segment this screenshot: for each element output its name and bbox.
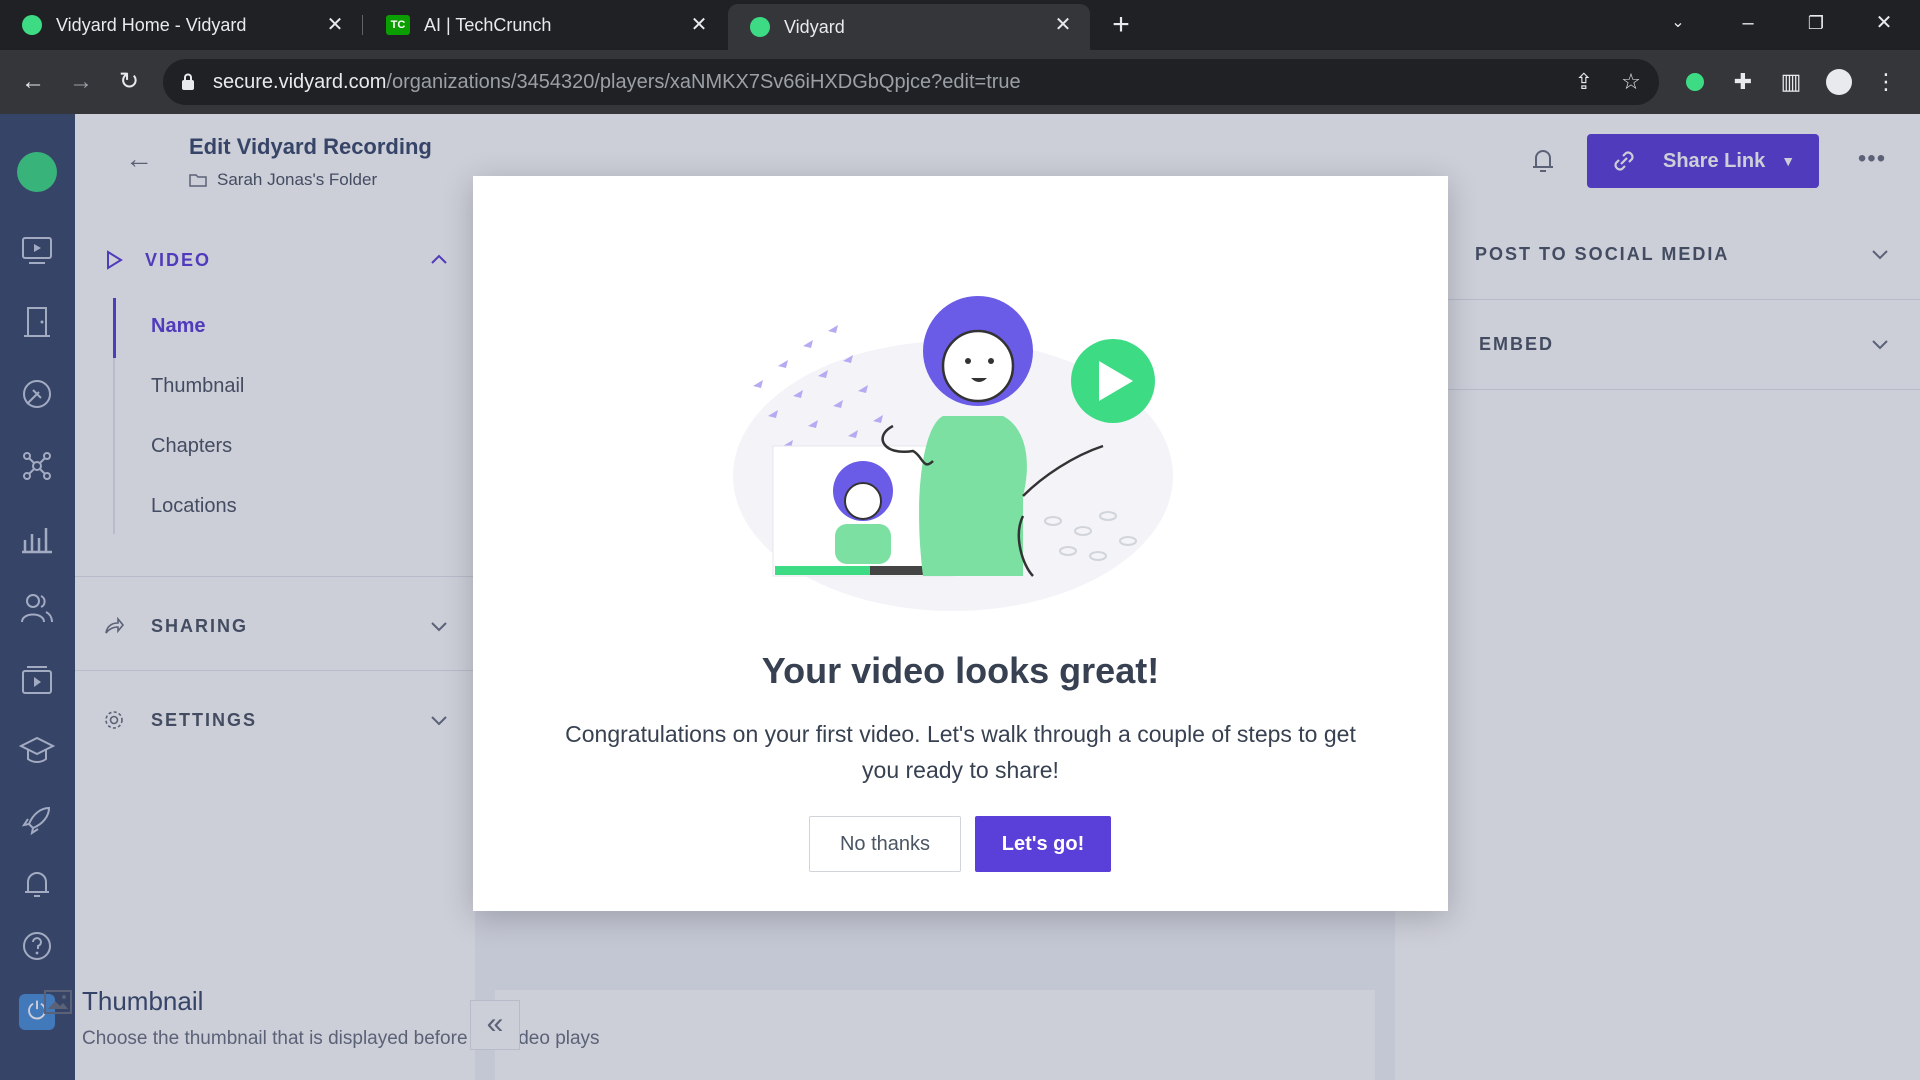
tab-title: Vidyard Home - Vidyard — [56, 14, 247, 35]
vidyard-favicon-icon — [22, 15, 42, 35]
close-window-icon[interactable]: ✕ — [1864, 8, 1904, 38]
tab-title: Vidyard — [784, 16, 845, 37]
side-panel-icon[interactable]: ▥ — [1777, 68, 1805, 96]
lock-icon — [182, 73, 194, 90]
welcome-modal: Your video looks great! Congratulations … — [473, 176, 1448, 911]
url-path: /organizations/3454320/players/xaNMKX7Sv… — [386, 71, 1021, 93]
modal-body-text: Congratulations on your first video. Let… — [565, 721, 1356, 783]
close-tab-icon[interactable]: ✕ — [322, 12, 348, 38]
url-text: secure.vidyard.com/organizations/3454320… — [213, 71, 1021, 94]
profile-avatar-icon[interactable] — [1825, 68, 1853, 96]
close-tab-icon[interactable]: ✕ — [1050, 12, 1076, 38]
reload-icon[interactable]: ↻ — [114, 67, 144, 97]
browser-tab-strip: Vidyard Home - Vidyard ✕ TC AI | TechCru… — [0, 0, 1920, 50]
url-host: secure.vidyard.com — [213, 71, 387, 93]
tab-vidyard-active[interactable]: Vidyard ✕ — [728, 4, 1090, 50]
vidyard-favicon-icon — [750, 17, 770, 37]
minimize-icon[interactable]: – — [1728, 8, 1768, 38]
vidyard-extension-icon[interactable] — [1681, 68, 1709, 96]
share-page-icon[interactable]: ⇪ — [1571, 69, 1597, 95]
tab-techcrunch[interactable]: TC AI | TechCrunch ✕ — [364, 0, 726, 50]
celebration-illustration — [733, 296, 1173, 611]
address-bar[interactable]: secure.vidyard.com/organizations/3454320… — [163, 59, 1659, 105]
new-tab-icon[interactable]: + — [1106, 10, 1136, 40]
tab-title: AI | TechCrunch — [424, 14, 552, 35]
techcrunch-favicon-icon: TC — [386, 15, 410, 35]
browser-toolbar: ← → ↻ secure.vidyard.com/organizations/3… — [0, 50, 1920, 114]
restore-icon[interactable]: ❐ — [1796, 8, 1836, 38]
chrome-menu-icon[interactable]: ⋮ — [1872, 68, 1900, 96]
modal-title: Your video looks great! — [761, 650, 1160, 691]
close-tab-icon[interactable]: ✕ — [686, 12, 712, 38]
extensions-puzzle-icon[interactable]: ✚ — [1729, 68, 1757, 96]
forward-icon[interactable]: → — [66, 67, 96, 97]
lets-go-button[interactable]: Let's go! — [975, 816, 1111, 872]
tab-search-icon[interactable]: ⌄ — [1658, 8, 1698, 38]
bookmark-star-icon[interactable]: ☆ — [1618, 69, 1644, 95]
no-thanks-button[interactable]: No thanks — [809, 816, 961, 872]
back-icon[interactable]: ← — [18, 67, 48, 97]
tab-vidyard-home[interactable]: Vidyard Home - Vidyard ✕ — [0, 0, 362, 50]
tab-divider — [362, 15, 363, 35]
